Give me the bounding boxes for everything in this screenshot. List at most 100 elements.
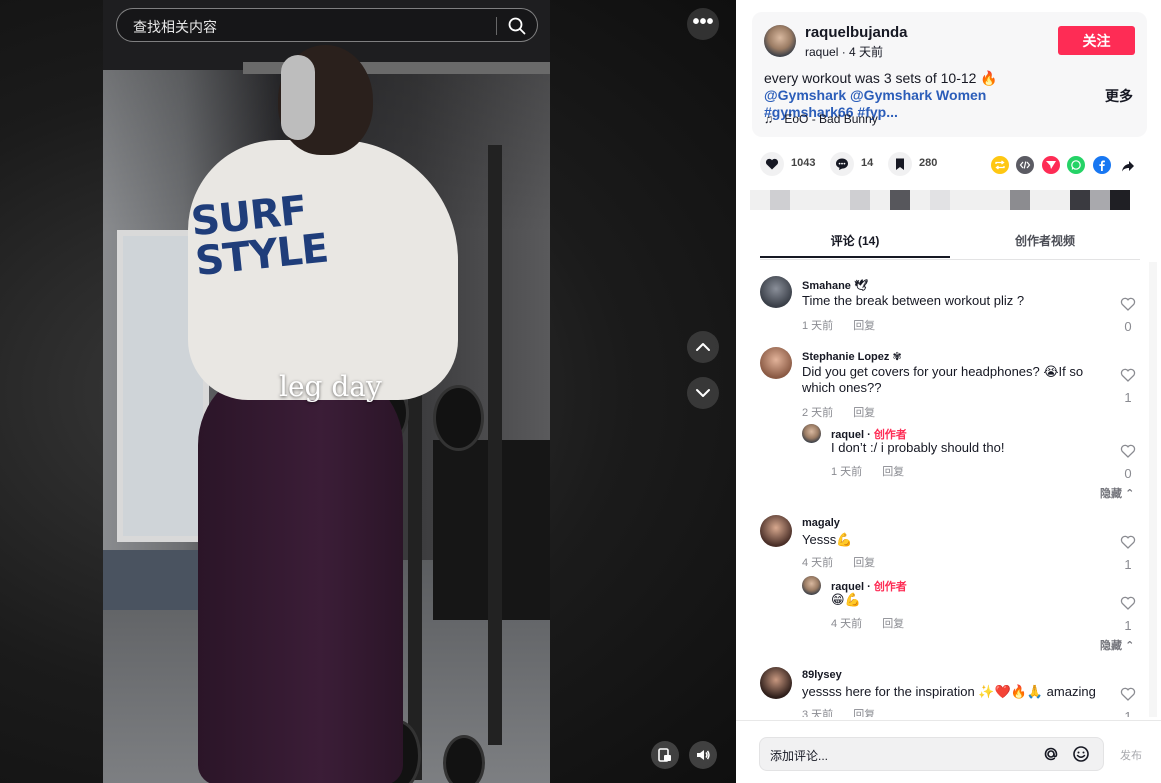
video-caption: leg day <box>279 370 382 403</box>
author-username[interactable]: raquelbujanda <box>805 24 908 41</box>
reply-time: 1 天前 <box>831 466 863 478</box>
comment-text: Did you get covers for your headphones? … <box>802 364 1084 395</box>
comment-input[interactable] <box>768 746 1032 766</box>
comment-like-count: 1 <box>1124 709 1132 717</box>
reply-button[interactable]: 回复 <box>853 320 875 332</box>
comment-count: 14 <box>861 157 874 169</box>
comment-scrollbar[interactable] <box>1149 262 1157 717</box>
reply-text: I don’t :/ i probably should tho! <box>831 440 1005 455</box>
copy-link-strip[interactable] <box>750 190 1130 210</box>
commenter-avatar[interactable] <box>760 515 792 547</box>
comment-list[interactable]: Smahane 🕊 Time the break between workout… <box>736 262 1146 717</box>
weight-plate <box>433 385 484 451</box>
reply-button[interactable]: 回复 <box>882 618 904 630</box>
reply-meta: 1 天前 回复 <box>831 463 904 479</box>
mention-link[interactable]: @Gymshark <box>764 87 846 103</box>
video-player[interactable]: SURF STYLE leg day <box>103 0 550 783</box>
hide-replies-label: 隐藏 <box>1100 640 1122 652</box>
heart-outline-icon <box>1120 596 1136 610</box>
mention-link[interactable]: @Gymshark Women <box>850 87 986 103</box>
heart-outline-icon <box>1120 368 1136 382</box>
save-count: 280 <box>919 157 938 169</box>
search-input[interactable] <box>131 17 495 37</box>
strip-block <box>770 190 790 210</box>
volume-button[interactable] <box>689 741 717 769</box>
comment-like-count: 1 <box>1124 557 1132 572</box>
share-arrow-icon[interactable] <box>1118 156 1136 174</box>
publish-button[interactable]: 发布 <box>1120 747 1142 763</box>
composer-divider <box>736 720 1161 721</box>
reply-button[interactable]: 回复 <box>853 407 875 419</box>
comment-like-button[interactable]: 0 <box>1118 296 1138 334</box>
commenter-name[interactable]: Stephanie Lopez ✾ <box>802 350 902 363</box>
search-divider <box>496 17 497 35</box>
hoodie-print: SURF STYLE <box>188 187 331 286</box>
strip-block <box>930 190 950 210</box>
ellipsis-icon: ••• <box>692 11 714 33</box>
comment-text: yessss here for the inspiration ✨❤️🔥🙏 am… <box>802 684 1096 699</box>
search-icon[interactable] <box>507 16 527 36</box>
commenter-name[interactable]: Smahane 🕊 <box>802 279 868 292</box>
video-stage: SURF STYLE leg day ••• <box>0 0 736 783</box>
music-link[interactable]: ♫ EoO - Bad Bunny <box>764 112 878 126</box>
author-meta: raquel · 4 天前 <box>805 43 883 60</box>
commenter-avatar[interactable] <box>760 276 792 308</box>
comment-like-count: 0 <box>1124 319 1132 334</box>
heart-outline-icon <box>1120 687 1136 701</box>
facebook-icon[interactable] <box>1093 156 1111 174</box>
reply-avatar[interactable] <box>802 576 821 595</box>
tab-comments[interactable]: 评论 (14) <box>760 227 950 258</box>
embed-code-icon[interactable] <box>1016 156 1034 174</box>
hide-replies-button[interactable]: 隐藏 ⌃ <box>1100 485 1134 501</box>
commenter-avatar[interactable] <box>760 667 792 699</box>
tab-creator-videos[interactable]: 创作者视频 <box>950 227 1140 258</box>
heart-outline-icon <box>1120 535 1136 549</box>
comment-like-button[interactable]: 1 <box>1118 686 1138 717</box>
comment-like-button[interactable]: 1 <box>1118 534 1138 572</box>
whatsapp-icon[interactable] <box>1067 156 1085 174</box>
commenter-avatar[interactable] <box>760 347 792 379</box>
mention-icon[interactable] <box>1042 745 1060 768</box>
reply-like-button[interactable]: 1 <box>1118 595 1138 633</box>
strip-block <box>850 190 870 210</box>
send-to-friends-icon[interactable] <box>1042 156 1060 174</box>
author-avatar[interactable] <box>764 25 796 57</box>
reply-button[interactable]: 回复 <box>853 557 875 569</box>
hide-replies-button[interactable]: 隐藏 ⌃ <box>1100 637 1134 653</box>
more-options-button[interactable]: ••• <box>687 8 719 40</box>
follow-button[interactable]: 关注 <box>1058 26 1135 55</box>
weight-plate <box>443 735 485 783</box>
reply-text: 😁💪 <box>831 592 861 607</box>
bookmark-icon <box>888 152 912 176</box>
repost-icon[interactable] <box>991 156 1009 174</box>
reply-button[interactable]: 回复 <box>853 709 875 717</box>
comment-meta: 4 天前 回复 <box>802 554 875 570</box>
expand-description-button[interactable]: 更多 <box>1105 86 1133 106</box>
video-frame-headphones <box>281 55 315 140</box>
music-title[interactable]: EoO - Bad Bunny <box>784 112 877 126</box>
hide-replies-label: 隐藏 <box>1100 488 1122 500</box>
author-nickname[interactable]: raquel <box>805 45 838 59</box>
heart-outline-icon <box>1120 444 1136 458</box>
reply-button[interactable]: 回复 <box>882 466 904 478</box>
comment-time: 1 天前 <box>802 320 834 332</box>
commenter-name[interactable]: 89lysey <box>802 669 842 681</box>
video-frame-person-legs <box>198 365 403 783</box>
emoji-icon[interactable] <box>1072 745 1090 768</box>
next-video-button[interactable] <box>687 377 719 409</box>
comment-meta: 3 天前 回复 <box>802 706 875 717</box>
heart-outline-icon <box>1120 297 1136 311</box>
reply-like-button[interactable]: 0 <box>1118 443 1138 481</box>
previous-video-button[interactable] <box>687 331 719 363</box>
music-note-icon: ♫ <box>764 112 773 126</box>
meta-separator: · <box>841 45 850 59</box>
strip-block <box>1090 190 1110 210</box>
commenter-name[interactable]: magaly <box>802 517 840 529</box>
comment-composer[interactable] <box>759 737 1104 771</box>
comment-like-button[interactable]: 1 <box>1118 367 1138 405</box>
reply-time: 4 天前 <box>831 618 863 630</box>
search-bar[interactable] <box>116 8 538 42</box>
floating-player-button[interactable] <box>651 741 679 769</box>
comment-text: Time the break between workout pliz ? <box>802 293 1025 308</box>
reply-avatar[interactable] <box>802 424 821 443</box>
